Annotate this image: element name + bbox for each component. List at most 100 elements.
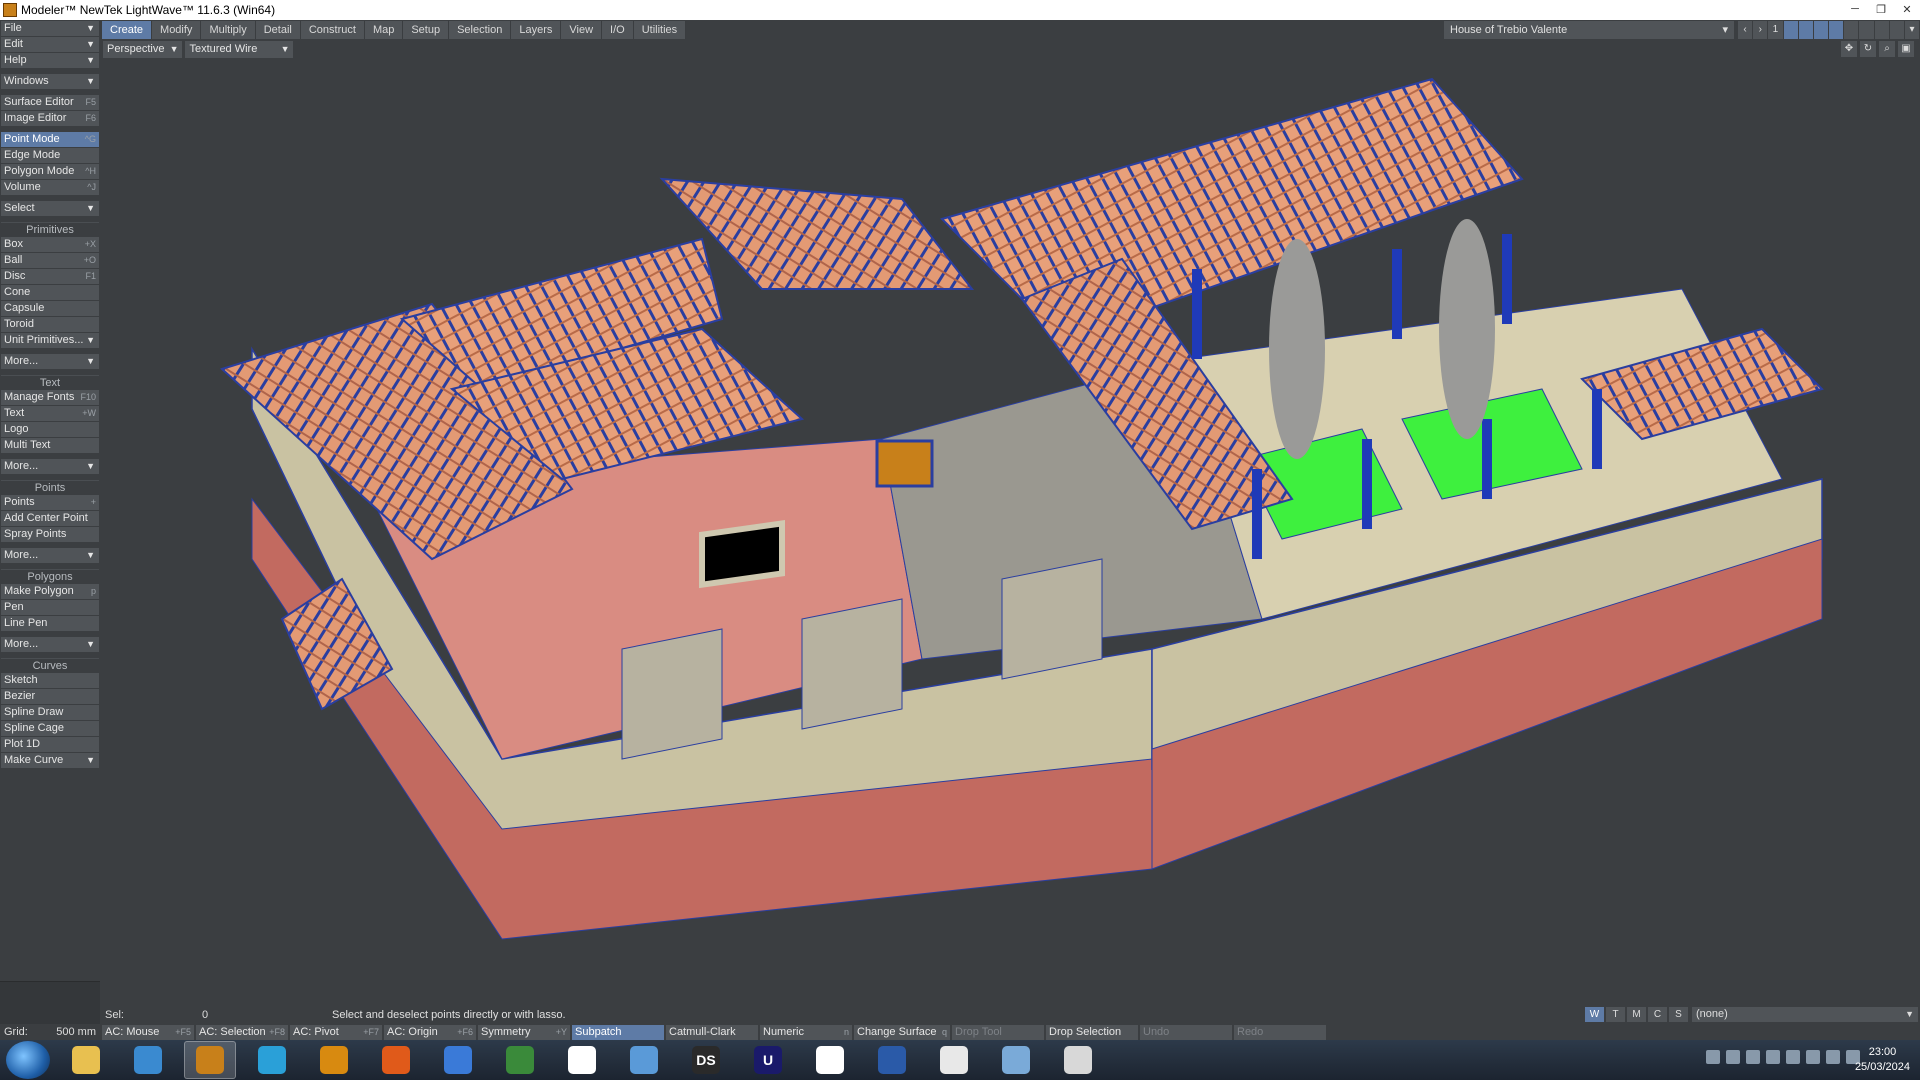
change-surface-button[interactable]: Change Surface q	[854, 1024, 950, 1040]
taskbar-app[interactable]	[618, 1041, 670, 1079]
undo-button[interactable]: Undo	[1140, 1024, 1232, 1040]
taskbar-app[interactable]	[246, 1041, 298, 1079]
select-menu[interactable]: Select ▼	[1, 201, 99, 216]
file-menu[interactable]: File ▼	[1, 21, 99, 36]
tab-selection[interactable]: Selection	[449, 21, 512, 39]
tab-modify[interactable]: Modify	[152, 21, 202, 39]
ac-mouse-button[interactable]: AC: Mouse +F5	[102, 1024, 194, 1040]
tool-line-pen[interactable]: Line Pen	[1, 616, 99, 631]
tray-icon[interactable]	[1766, 1050, 1780, 1064]
tool-points[interactable]: Points +	[1, 495, 99, 510]
symmetry-button[interactable]: Symmetry +Y	[478, 1024, 570, 1040]
tool-make-polygon[interactable]: Make Polygon p	[1, 584, 99, 599]
view-mode-t[interactable]: T	[1606, 1007, 1625, 1022]
taskbar-app[interactable]	[494, 1041, 546, 1079]
taskbar-app[interactable]: U	[742, 1041, 794, 1079]
volume-button[interactable]: Volume ^J	[1, 180, 99, 195]
surface-select[interactable]: (none) ▼	[1692, 1007, 1918, 1022]
render-style-select[interactable]: Textured Wire ▼	[185, 41, 294, 58]
layer-strip[interactable]: ‹ › 1 ▾	[1738, 21, 1920, 39]
tool-cone[interactable]: Cone	[1, 285, 99, 300]
tab-setup[interactable]: Setup	[403, 21, 450, 39]
tool-ball[interactable]: Ball +O	[1, 253, 99, 268]
tab-map[interactable]: Map	[364, 21, 404, 39]
text-more-menu[interactable]: More... ▼	[1, 459, 99, 474]
next-layer-icon[interactable]: ›	[1753, 21, 1769, 39]
drop-selection-button[interactable]: Drop Selection	[1046, 1024, 1138, 1040]
layer-slot-3[interactable]	[1813, 21, 1830, 39]
tool-bezier[interactable]: Bezier	[1, 689, 99, 704]
layer-slot-7[interactable]	[1875, 21, 1890, 39]
tool-logo[interactable]: Logo	[1, 422, 99, 437]
edge-mode-button[interactable]: Edge Mode	[1, 148, 99, 163]
scene-selector[interactable]: House of Trebio Valente ▾	[1444, 21, 1734, 39]
tab-i-o[interactable]: I/O	[602, 21, 634, 39]
taskbar-app[interactable]	[928, 1041, 980, 1079]
restore-icon[interactable]: ❐	[1868, 0, 1894, 18]
minimize-icon[interactable]: ─	[1842, 0, 1868, 18]
windows-menu[interactable]: Windows ▼	[1, 74, 99, 89]
polygons-more-menu[interactable]: More... ▼	[1, 637, 99, 652]
layer-slot-4[interactable]	[1829, 21, 1845, 39]
taskbar-app[interactable]	[990, 1041, 1042, 1079]
tab-detail[interactable]: Detail	[255, 21, 301, 39]
make-curve-menu[interactable]: Make Curve ▼	[1, 753, 99, 768]
tool-toroid[interactable]: Toroid	[1, 317, 99, 332]
tab-multiply[interactable]: Multiply	[201, 21, 256, 39]
taskbar-app[interactable]	[184, 1041, 236, 1079]
tool-multi-text[interactable]: Multi Text	[1, 438, 99, 453]
drop-tool-button[interactable]: Drop Tool	[952, 1024, 1044, 1040]
surface-editor-button[interactable]: Surface Editor F5	[1, 95, 99, 110]
tab-view[interactable]: View	[561, 21, 603, 39]
taskbar-app[interactable]	[556, 1041, 608, 1079]
tool-add-center-point[interactable]: Add Center Point	[1, 511, 99, 526]
layer-slot-2[interactable]	[1798, 21, 1814, 39]
layer-slot-5[interactable]	[1844, 21, 1860, 39]
unit-primitives-menu[interactable]: Unit Primitives... ▼	[1, 333, 99, 348]
tool-manage-fonts[interactable]: Manage Fonts F10	[1, 390, 99, 405]
help-menu[interactable]: Help ▼	[1, 53, 99, 68]
tool-pen[interactable]: Pen	[1, 600, 99, 615]
layer-menu-icon[interactable]: ▾	[1905, 21, 1920, 39]
tool-spray-points[interactable]: Spray Points	[1, 527, 99, 542]
volume-icon[interactable]	[1826, 1050, 1840, 1064]
view-mode-s[interactable]: S	[1669, 1007, 1688, 1022]
taskbar-app[interactable]	[122, 1041, 174, 1079]
move-view-icon[interactable]: ✥	[1841, 41, 1857, 57]
catmull-clark-button[interactable]: Catmull-Clark	[666, 1024, 758, 1040]
ac-pivot-button[interactable]: AC: Pivot +F7	[290, 1024, 382, 1040]
redo-button[interactable]: Redo	[1234, 1024, 1326, 1040]
layer-slot-8[interactable]	[1890, 21, 1905, 39]
tab-utilities[interactable]: Utilities	[633, 21, 687, 39]
tab-layers[interactable]: Layers	[511, 21, 562, 39]
tray-icon[interactable]	[1706, 1050, 1720, 1064]
ac-selection-button[interactable]: AC: Selection +F8	[196, 1024, 288, 1040]
tool-box[interactable]: Box +X	[1, 237, 99, 252]
maximize-view-icon[interactable]: ▣	[1898, 41, 1914, 57]
prev-layer-icon[interactable]: ‹	[1738, 21, 1754, 39]
taskbar-app[interactable]	[804, 1041, 856, 1079]
taskbar-app[interactable]	[308, 1041, 360, 1079]
taskbar-app[interactable]	[1052, 1041, 1104, 1079]
polygon-mode-button[interactable]: Polygon Mode ^H	[1, 164, 99, 179]
taskbar-app[interactable]	[866, 1041, 918, 1079]
tray-icon[interactable]	[1726, 1050, 1740, 1064]
tool-spline-cage[interactable]: Spline Cage	[1, 721, 99, 736]
view-type-select[interactable]: Perspective ▼	[103, 41, 183, 58]
perspective-viewport[interactable]	[102, 59, 1920, 1005]
view-mode-c[interactable]: C	[1648, 1007, 1667, 1022]
image-editor-button[interactable]: Image Editor F6	[1, 111, 99, 126]
tab-construct[interactable]: Construct	[300, 21, 365, 39]
layer-slot-1[interactable]	[1783, 21, 1799, 39]
taskbar-app[interactable]	[60, 1041, 112, 1079]
view-mode-w[interactable]: W	[1585, 1007, 1604, 1022]
edit-menu[interactable]: Edit ▼	[1, 37, 99, 52]
numeric-button[interactable]: Numeric n	[760, 1024, 852, 1040]
tab-create[interactable]: Create	[102, 21, 153, 39]
points-more-menu[interactable]: More... ▼	[1, 548, 99, 563]
zoom-view-icon[interactable]: ⌕	[1879, 41, 1895, 57]
tray-icon[interactable]	[1786, 1050, 1800, 1064]
clock[interactable]: 23:00 25/03/2024	[1855, 1045, 1910, 1075]
taskbar-app[interactable]: DS	[680, 1041, 732, 1079]
tool-text[interactable]: Text +W	[1, 406, 99, 421]
